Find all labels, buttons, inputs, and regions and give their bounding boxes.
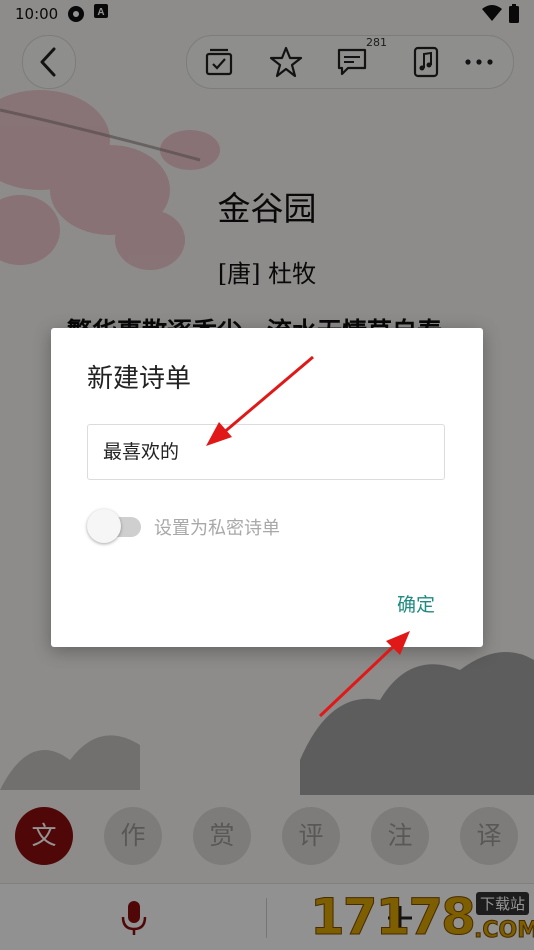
list-name-input[interactable]: 最喜欢的 <box>87 424 445 480</box>
confirm-button[interactable]: 确定 <box>397 590 435 617</box>
private-toggle-label: 设置为私密诗单 <box>154 518 280 539</box>
poem-screen: 10:00 A 281 金谷园 [唐] 杜牧 文 作 赏 评 注 译 17178… <box>0 0 534 950</box>
toggle-thumb <box>87 509 121 543</box>
dialog-title: 新建诗单 <box>87 364 192 394</box>
private-toggle[interactable] <box>87 509 145 543</box>
new-poem-list-dialog: 新建诗单 最喜欢的 设置为私密诗单 确定 <box>51 328 483 647</box>
